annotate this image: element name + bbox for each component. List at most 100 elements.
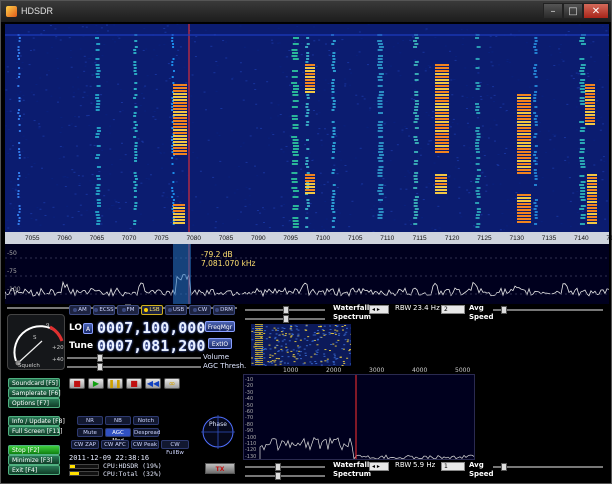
- audio-spectrum-ylabel: -70: [245, 415, 254, 422]
- mode-button-ecss[interactable]: ECSS: [93, 305, 115, 315]
- agc-threshold-slider[interactable]: [67, 363, 201, 371]
- rf-rbw-label: RBW: [395, 304, 412, 312]
- rf-speed-slider[interactable]: [493, 306, 603, 314]
- pause-icon[interactable]: ❚❚: [107, 378, 123, 389]
- dsp-button-cw-zap[interactable]: CW ZAP: [71, 440, 99, 449]
- af-rbw-stepper[interactable]: ◂ ▸: [369, 462, 389, 471]
- datetime: 2011-12-09 22:38:16: [69, 454, 150, 462]
- audio-spectrum-canvas[interactable]: [244, 375, 475, 460]
- phase-label: Phase: [209, 421, 227, 428]
- dsp-button-despread[interactable]: Despread: [133, 428, 160, 437]
- control-panel: S 9 +20 +40 Squelch AM ECSS FM LSB USB CW DRM …: [5, 304, 609, 482]
- frequency-tick: 7145: [606, 235, 612, 242]
- close-window-button[interactable]: ✕: [583, 3, 609, 19]
- rf-spectrum[interactable]: -50 -75 -100 -79.2 dB 7,081.070 kHz: [5, 244, 609, 304]
- dsp-button-cw-afc[interactable]: CW AFC: [101, 440, 129, 449]
- rf-spectrum-canvas[interactable]: [5, 244, 609, 304]
- rf-waterfall-slider[interactable]: [245, 306, 325, 314]
- audio-spectrum[interactable]: -10 -20 -30 -40 -50 -60 -70 -80 -90 -100 -110 -120-…: [243, 374, 475, 460]
- s-meter: S 9 +20 +40 Squelch: [7, 314, 65, 370]
- hdsdr-window: HDSDR – □ ✕ 7055 7060 7065 7070 7075 7080 7085…: [0, 0, 612, 484]
- mode-button-lsb[interactable]: LSB: [141, 305, 163, 315]
- frequency-tick: 7055: [25, 235, 40, 242]
- maximize-window-button[interactable]: □: [563, 3, 583, 19]
- frequency-tick: 7105: [348, 235, 363, 242]
- dsp-button-nb[interactable]: NB: [105, 416, 131, 425]
- rf-speed-label: Speed: [469, 313, 494, 321]
- phase-indicator: [201, 415, 235, 449]
- audio-spectrum-ylabel: -80: [245, 421, 254, 428]
- mode-button-fm[interactable]: FM: [117, 305, 139, 315]
- af-rbw-value: 5.9 Hz: [413, 461, 436, 469]
- app-icon: [6, 6, 17, 17]
- mode-label: ECSS: [99, 307, 114, 313]
- frequency-tick: 7100: [315, 235, 331, 242]
- info-update-button[interactable]: Info / Update [F8]: [8, 416, 65, 426]
- dsp-button-notch[interactable]: Notch: [133, 416, 159, 425]
- options-button[interactable]: Options [F7]: [8, 398, 60, 408]
- rf-rbw-value: 23.4 Hz: [413, 304, 440, 312]
- play-icon[interactable]: ▶: [88, 378, 104, 389]
- dsp-button-mute[interactable]: Mute: [77, 428, 103, 437]
- title-bar[interactable]: HDSDR – □ ✕: [1, 1, 611, 23]
- frequency-tick: 7065: [89, 235, 105, 242]
- af-spectrum-slider[interactable]: [245, 472, 325, 480]
- rf-rbw-stepper[interactable]: ◂ ▸: [369, 305, 389, 314]
- af-speed-slider[interactable]: [493, 463, 603, 471]
- zoomed-waterfall-canvas[interactable]: [251, 324, 351, 366]
- minimize-button[interactable]: Minimize [F3]: [8, 455, 60, 465]
- rf-waterfall[interactable]: [5, 24, 609, 232]
- exit-button[interactable]: Exit [F4]: [8, 465, 60, 475]
- lo-frequency[interactable]: 0007,100,000: [97, 319, 205, 337]
- readout-db: -79.2 dB: [201, 250, 233, 259]
- extio-button[interactable]: ExtIO: [208, 338, 232, 349]
- rf-avg-select[interactable]: 2: [441, 305, 465, 314]
- dsp-button-cw-fullbw[interactable]: CW FullBw: [161, 440, 189, 456]
- af-spectrum-label: Spectrum: [333, 470, 372, 478]
- rf-spectrum-slider[interactable]: [245, 315, 325, 323]
- audio-spectrum-ylabel: -60: [245, 409, 254, 415]
- tune-frequency[interactable]: 0007,081,200: [97, 337, 205, 355]
- frequency-tick: 7075: [154, 235, 169, 242]
- mode-label: CW: [197, 307, 208, 313]
- rf-waterfall-canvas[interactable]: [5, 24, 609, 232]
- freqmgr-button[interactable]: FreqMgr: [205, 321, 235, 332]
- stop-playback-icon[interactable]: ■: [126, 378, 142, 389]
- audio-spectrum-ylabel: -50: [245, 402, 254, 409]
- frequency-tick: 7060: [57, 235, 72, 242]
- tx-button[interactable]: TX: [205, 463, 235, 474]
- audio-spectrum-ylabel: -100: [245, 434, 257, 441]
- zoomed-waterfall[interactable]: [251, 324, 351, 366]
- soundcard-button[interactable]: Soundcard [F5]: [8, 378, 60, 388]
- stop-button[interactable]: Stop [F2]: [8, 445, 60, 455]
- frequency-axis[interactable]: 7055 7060 7065 7070 7075 7080 7085 7090 7095 7100…: [5, 232, 612, 244]
- volume-slider[interactable]: [67, 354, 201, 362]
- window-title: HDSDR: [21, 6, 54, 16]
- minimize-window-button[interactable]: –: [543, 3, 563, 19]
- lo-a-button[interactable]: A: [83, 323, 93, 334]
- loop-icon[interactable]: ∞: [164, 378, 180, 389]
- tune-label: Tune: [69, 341, 94, 351]
- squelch-label: Squelch: [18, 363, 40, 369]
- tune-bandwidth-marker[interactable]: [173, 244, 191, 304]
- agc-knob[interactable]: [97, 363, 103, 371]
- audio-spectrum-ylabel: -90: [245, 428, 254, 435]
- cpu-hdsdr: CPU:HDSDR (19%): [103, 462, 162, 470]
- mode-button-usb[interactable]: USB: [165, 305, 187, 315]
- record-icon[interactable]: ■: [69, 378, 85, 389]
- full-screen-button[interactable]: Full Screen [F11]: [8, 426, 62, 436]
- mode-button-am[interactable]: AM: [69, 305, 91, 315]
- af-avg-select[interactable]: 1: [441, 462, 465, 471]
- rewind-icon[interactable]: ◀◀: [145, 378, 161, 389]
- frequency-tick: 7090: [251, 235, 266, 242]
- dsp-button-cw-peak[interactable]: CW Peak: [131, 440, 159, 449]
- samplerate-button[interactable]: Samplerate [F6]: [8, 388, 61, 398]
- mode-button-cw[interactable]: CW: [189, 305, 211, 315]
- dsp-button-agc-med[interactable]: AGC Med: [105, 428, 131, 444]
- volume-knob[interactable]: [97, 354, 103, 362]
- dsp-button-nr[interactable]: NR: [77, 416, 103, 425]
- af-waterfall-slider[interactable]: [245, 463, 325, 471]
- audio-spectrum-ylabel: -10: [245, 377, 254, 383]
- mode-button-drm[interactable]: DRM: [213, 305, 235, 315]
- mode-label: AM: [78, 307, 87, 313]
